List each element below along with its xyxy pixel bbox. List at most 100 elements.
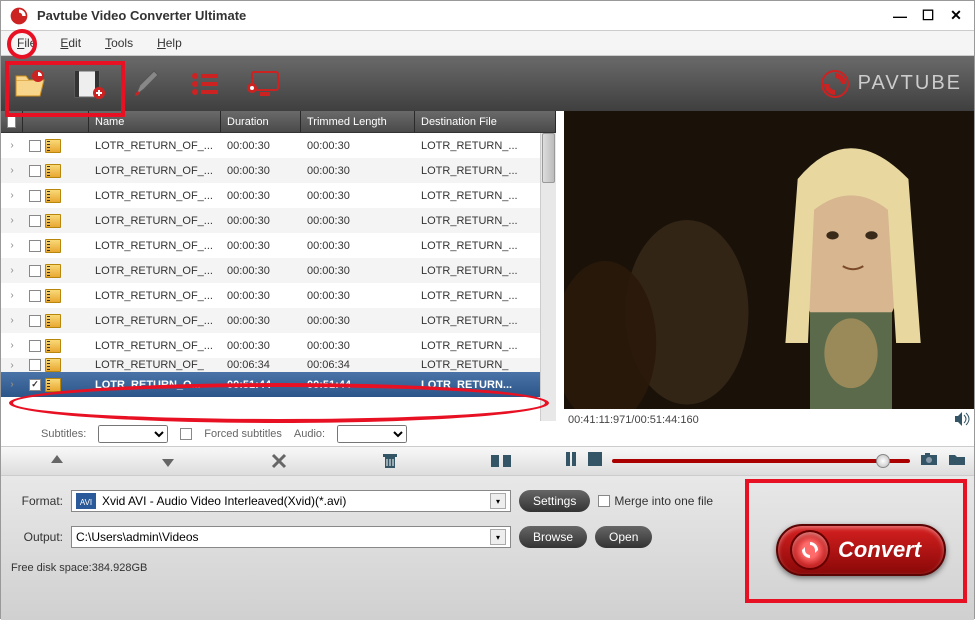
row-checkbox[interactable] [29,190,41,202]
window-title: Pavtube Video Converter Ultimate [37,8,882,23]
file-icon [45,164,61,178]
row-checkbox[interactable] [29,215,41,227]
cell-dest: LOTR_RETURN_... [415,258,556,283]
row-checkbox[interactable] [29,340,41,352]
output-dropdown-icon[interactable]: ▾ [490,529,506,545]
row-checkbox[interactable] [29,165,41,177]
row-checkbox[interactable] [29,315,41,327]
cell-trimmed: 00:00:30 [301,333,415,358]
snapshot-button[interactable] [920,452,938,471]
snapshot-folder-button[interactable] [948,452,966,471]
cell-duration: 00:00:30 [221,308,301,333]
move-up-button[interactable] [45,451,69,471]
subtitles-label: Subtitles: [41,428,86,440]
table-row[interactable]: ›LOTR_RETURN_OF_...00:00:3000:00:30LOTR_… [1,233,556,258]
display-button[interactable] [245,66,281,102]
output-label: Output: [11,530,63,544]
delete-button[interactable] [378,451,402,471]
cell-name: LOTR_RETURN_OF_... [89,308,221,333]
move-down-button[interactable] [156,451,180,471]
cell-duration: 00:00:30 [221,258,301,283]
table-row[interactable]: ›✓LOTR_RETURN_O...00:51:4400:51:44LOTR_R… [1,372,556,397]
stop-button[interactable] [588,452,602,471]
cell-name: LOTR_RETURN_OF_... [89,283,221,308]
row-checkbox[interactable] [29,359,41,371]
playback-controls [556,446,974,476]
table-row[interactable]: ›LOTR_RETURN_OF_...00:00:3000:00:30LOTR_… [1,158,556,183]
row-checkbox[interactable]: ✓ [29,379,41,391]
add-video-button[interactable] [71,66,107,102]
cell-trimmed: 00:00:30 [301,133,415,158]
col-name[interactable]: Name [89,111,221,132]
format-combo[interactable]: AVI Xvid AVI - Audio Video Interleaved(X… [71,490,511,512]
file-list-pane: Name Duration Trimmed Length Destination… [1,111,556,446]
row-checkbox[interactable] [29,140,41,152]
col-dest[interactable]: Destination File [415,111,556,132]
select-all-checkbox[interactable] [7,116,16,128]
file-icon [45,314,61,328]
cell-dest: LOTR_RETURN_... [415,158,556,183]
menu-file[interactable]: File [17,36,36,50]
open-button[interactable]: Open [595,526,652,548]
table-row[interactable]: ›LOTR_RETURN_OF_...00:00:3000:00:30LOTR_… [1,133,556,158]
cell-name: LOTR_RETURN_OF_... [89,158,221,183]
cell-name: LOTR_RETURN_OF_ [89,358,221,372]
col-trimmed[interactable]: Trimmed Length [301,111,415,132]
forced-subtitles-label: Forced subtitles [204,428,282,440]
subtitles-select[interactable] [98,425,168,443]
list-scrollbar[interactable] [540,133,556,446]
cell-dest: LOTR_RETURN_... [415,183,556,208]
cell-duration: 00:06:34 [221,358,301,372]
audio-select[interactable] [337,425,407,443]
output-combo[interactable]: C:\Users\admin\Videos ▾ [71,526,511,548]
video-preview[interactable] [564,111,974,409]
row-checkbox[interactable] [29,290,41,302]
col-duration[interactable]: Duration [221,111,301,132]
table-row[interactable]: ›LOTR_RETURN_OF_...00:00:3000:00:30LOTR_… [1,208,556,233]
forced-subtitles-checkbox[interactable] [180,428,192,440]
row-checkbox[interactable] [29,240,41,252]
preview-timeline: 00:41:11:971/00:51:44:160 [564,409,974,431]
table-row[interactable]: ›LOTR_RETURN_OF_...00:00:3000:00:30LOTR_… [1,258,556,283]
cell-name: LOTR_RETURN_OF_... [89,183,221,208]
merge-checkbox[interactable] [598,495,610,507]
menu-tools[interactable]: Tools [105,36,133,50]
row-checkbox[interactable] [29,265,41,277]
cell-name: LOTR_RETURN_OF_... [89,333,221,358]
cell-name: LOTR_RETURN_OF_... [89,258,221,283]
cell-dest: LOTR_RETURN_... [415,308,556,333]
edit-button[interactable] [129,66,165,102]
load-file-button[interactable] [13,66,49,102]
table-row[interactable]: ›LOTR_RETURN_OF_...00:00:3000:00:30LOTR_… [1,283,556,308]
file-icon [45,139,61,153]
format-dropdown-icon[interactable]: ▾ [490,493,506,509]
merge-label: Merge into one file [614,494,713,508]
convert-button[interactable]: Convert [776,524,946,576]
settings-button[interactable]: Settings [519,490,590,512]
file-icon [45,378,61,392]
table-row[interactable]: ›LOTR_RETURN_OF_...00:00:3000:00:30LOTR_… [1,333,556,358]
seek-bar[interactable] [612,459,910,463]
cell-duration: 00:00:30 [221,133,301,158]
maximize-button[interactable]: ☐ [918,6,938,26]
seek-knob[interactable] [876,454,890,468]
close-button[interactable]: ✕ [946,6,966,26]
list-button[interactable] [187,66,223,102]
table-row[interactable]: ›LOTR_RETURN_OF_...00:00:3000:00:30LOTR_… [1,183,556,208]
remove-button[interactable] [267,451,291,471]
format-value: Xvid AVI - Audio Video Interleaved(Xvid)… [102,494,346,508]
file-icon [45,189,61,203]
table-row[interactable]: ›LOTR_RETURN_OF_00:06:3400:06:34LOTR_RET… [1,358,556,372]
avi-icon: AVI [76,493,96,509]
cell-dest: LOTR_RETURN_... [415,233,556,258]
pause-button[interactable] [564,452,578,471]
split-button[interactable] [489,451,513,471]
cell-dest: LOTR_RETURN_ [415,358,556,372]
browse-button[interactable]: Browse [519,526,587,548]
menu-edit[interactable]: Edit [60,36,81,50]
minimize-button[interactable]: — [890,6,910,26]
list-body: ›LOTR_RETURN_OF_...00:00:3000:00:30LOTR_… [1,133,556,446]
volume-icon[interactable] [954,412,970,429]
menu-help[interactable]: Help [157,36,182,50]
table-row[interactable]: ›LOTR_RETURN_OF_...00:00:3000:00:30LOTR_… [1,308,556,333]
